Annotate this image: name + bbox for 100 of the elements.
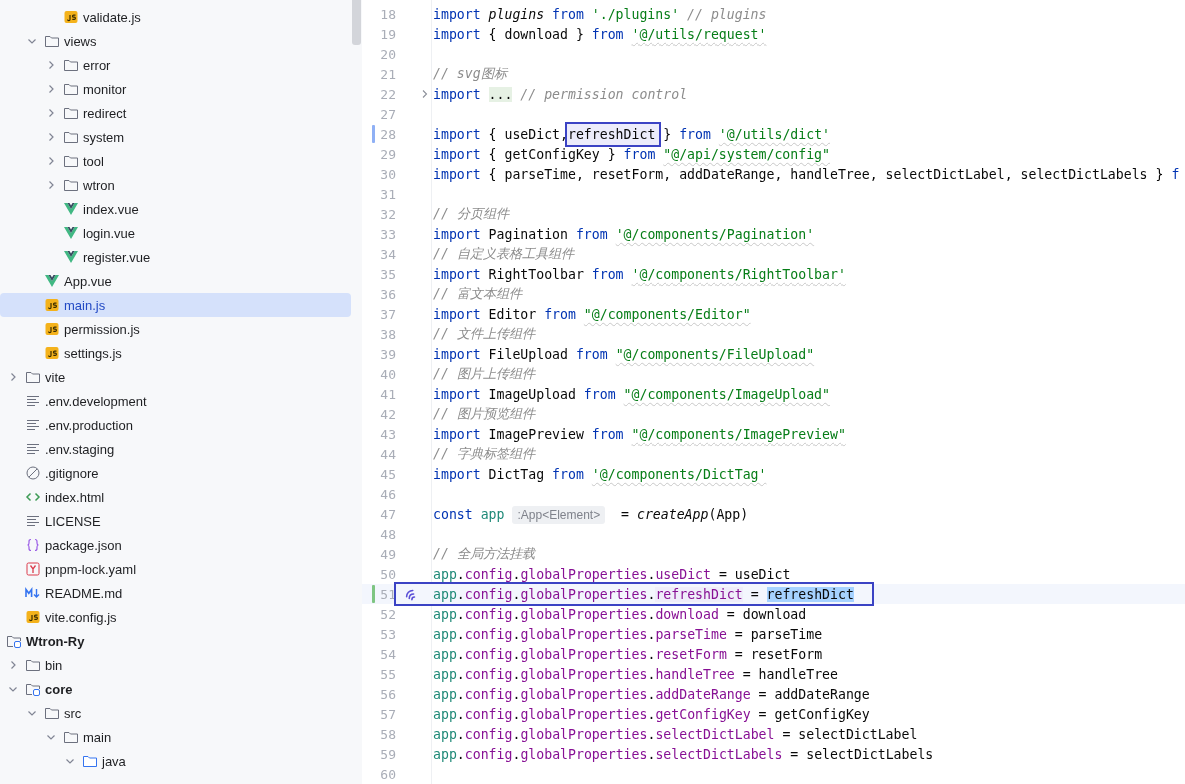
folder-icon [63,129,79,145]
code-line: app.config.globalProperties.download = download [433,606,807,622]
tree-item[interactable]: views [0,29,351,53]
code-line: import ImagePreview from "@/components/ImagePreview" [433,426,846,442]
code-text: { useDict, [488,126,568,142]
code-text: '@/utils/dict' [718,126,830,142]
code-line: app.config.globalProperties.handleTree = handleTree [433,666,838,682]
tree-item[interactable]: monitor [0,77,351,101]
text-file-icon [25,393,41,409]
tree-item[interactable]: .gitignore [0,461,351,485]
code-line: import Editor from "@/components/Editor" [433,306,751,322]
line-number: 29 [379,146,396,162]
ignore-file-icon [25,465,41,481]
change-marker[interactable] [372,585,375,603]
tree-item[interactable]: vite.config.js [0,605,351,629]
tree-item[interactable]: permission.js [0,317,351,341]
swirl-icon[interactable] [404,587,418,601]
tree-item[interactable]: pnpm-lock.yaml [0,557,351,581]
line-number: 36 [379,286,396,302]
code-line: import { parseTime, resetForm, addDateRange, handleTree, selectDictLabel, selectDictLabels } f [433,166,1180,182]
code-line: // 自定义表格工具组件 [433,245,574,263]
line-number: 49 [379,546,396,562]
folder-icon [63,177,79,193]
yaml-file-icon [25,561,41,577]
line-number: 57 [379,706,396,722]
line-number: 48 [379,526,396,542]
code-line: import plugins from './plugins' // plugins [433,6,767,22]
code-line: app.config.globalProperties.selectDictLabel = selectDictLabel [433,726,918,742]
tree-item[interactable]: error [0,53,351,77]
line-number: 33 [379,226,396,242]
line-number: 32 [379,206,396,222]
folder-icon [63,81,79,97]
code-line: import FileUpload from "@/components/FileUpload" [433,346,815,362]
line-number: 58 [379,726,396,742]
line-number: 37 [379,306,396,322]
selected-text: refreshDict [766,586,854,602]
tree-item[interactable]: main [0,725,351,749]
line-number: 44 [379,446,396,462]
line-number: 30 [379,166,396,182]
code-text: config [464,586,513,602]
line-number: 40 [379,366,396,382]
code-line: app.config.globalProperties.getConfigKey = getConfigKey [433,706,870,722]
tree-item[interactable]: vite [0,365,351,389]
line-number: 47 [379,506,396,522]
line-number: 22 [379,86,396,102]
code-text: = [749,586,760,602]
line-number: 28 [379,126,396,142]
js-file-icon [63,9,79,25]
module-folder-icon [25,681,41,697]
folder-icon [44,33,60,49]
tree-item[interactable]: login.vue [0,221,351,245]
code-text: . [512,586,521,602]
code-text: globalProperties [520,586,648,602]
tree-item[interactable]: tool [0,149,351,173]
tree-item[interactable]: README.md [0,581,351,605]
tree-item[interactable]: register.vue [0,245,351,269]
tree-item[interactable]: .env.development [0,389,351,413]
tree-item[interactable]: Wtron-Ry [0,629,351,653]
change-marker[interactable] [372,125,375,143]
code-text: // permission control [519,86,688,102]
tree-item[interactable]: wtron [0,173,351,197]
folder-icon [82,753,98,769]
tree-item[interactable]: redirect [0,101,351,125]
chevron-icon[interactable] [420,88,430,100]
folder-icon [63,153,79,169]
text-file-icon [25,513,41,529]
code-line: // 分页组件 [433,205,509,223]
tree-item[interactable]: system [0,125,351,149]
scrollbar-thumb[interactable] [352,0,361,45]
line-number: 38 [379,326,396,342]
tree-item[interactable]: settings.js [0,341,351,365]
tree-item[interactable]: index.html [0,485,351,509]
highlighted-symbol: refreshDict [565,121,662,147]
code-text: import [433,126,482,142]
tree-item[interactable]: main.js [0,293,351,317]
tree-item[interactable]: java [0,749,351,773]
tree-item[interactable]: .env.staging [0,437,351,461]
tree-item[interactable]: validate.js [0,5,351,29]
js-file-icon [25,609,41,625]
vue-file-icon [44,273,60,289]
folder-icon [63,729,79,745]
code-line: // 富文本组件 [433,285,522,303]
line-number: 60 [379,766,396,782]
markdown-file-icon [25,585,41,601]
tree-item[interactable]: core [0,677,351,701]
tree-item[interactable]: package.json [0,533,351,557]
tree-item[interactable]: src [0,701,351,725]
tree-item[interactable]: bin [0,653,351,677]
vue-file-icon [63,201,79,217]
line-number: 19 [379,26,396,42]
code-text: . [456,586,465,602]
tree-item[interactable]: App.vue [0,269,351,293]
tree-item[interactable]: LICENSE [0,509,351,533]
tree-item[interactable]: .env.production [0,413,351,437]
code-line: // 文件上传组件 [433,325,535,343]
code-line: app.config.globalProperties.addDateRange = addDateRange [433,686,870,702]
tree-item[interactable]: index.vue [0,197,351,221]
line-number: 18 [379,6,396,22]
line-number: 59 [379,746,396,762]
code-line: // 全局方法挂载 [433,545,535,563]
